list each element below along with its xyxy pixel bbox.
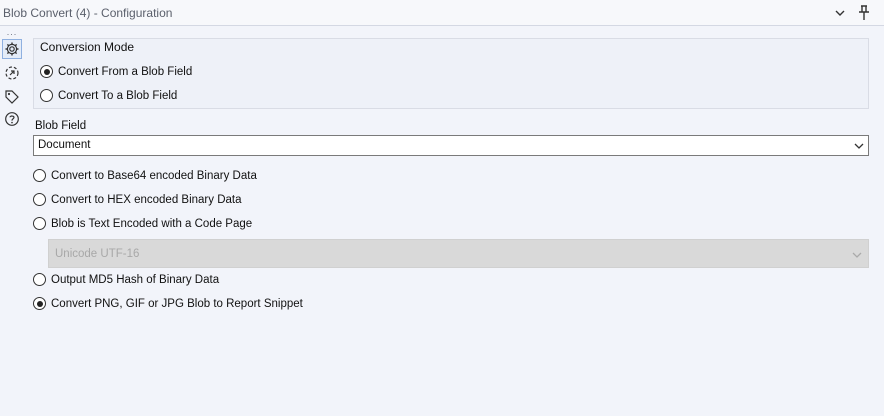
radio-button[interactable] — [33, 217, 46, 230]
radio-base64[interactable]: Convert to Base64 encoded Binary Data — [33, 169, 257, 182]
radio-button[interactable] — [33, 193, 46, 206]
radio-convert-from-blob[interactable]: Convert From a Blob Field — [40, 65, 192, 78]
radio-label: Convert PNG, GIF or JPG Blob to Report S… — [51, 297, 303, 310]
radio-label: Convert to HEX encoded Binary Data — [51, 193, 242, 206]
radio-md5[interactable]: Output MD5 Hash of Binary Data — [33, 273, 219, 286]
radio-label: Convert To a Blob Field — [58, 89, 178, 102]
radio-button[interactable] — [33, 297, 46, 310]
configuration-window: Blob Convert (4) - Configuration ... Con… — [0, 0, 884, 416]
radio-button[interactable] — [40, 65, 53, 78]
connection-icon[interactable] — [2, 63, 22, 83]
radio-code-page[interactable]: Blob is Text Encoded with a Code Page — [33, 217, 252, 230]
code-page-select: Unicode UTF-16 — [48, 239, 869, 268]
radio-button[interactable] — [33, 169, 46, 182]
radio-label: Output MD5 Hash of Binary Data — [51, 273, 220, 286]
pin-icon[interactable] — [854, 3, 874, 23]
conversion-mode-title: Conversion Mode — [40, 40, 135, 54]
blob-field-select[interactable]: Document — [33, 135, 869, 156]
radio-button[interactable] — [33, 273, 46, 286]
more-dots[interactable]: ... — [4, 28, 20, 37]
blob-field-label: Blob Field — [35, 120, 87, 132]
help-icon[interactable] — [2, 109, 22, 129]
blob-field-value: Document — [38, 139, 91, 151]
configuration-panel: Conversion Mode Convert From a Blob Fiel… — [24, 27, 884, 416]
radio-label: Blob is Text Encoded with a Code Page — [51, 217, 253, 230]
chevron-down-icon[interactable] — [830, 3, 850, 23]
window-title: Blob Convert (4) - Configuration — [3, 6, 173, 20]
tag-icon[interactable] — [2, 87, 22, 107]
gear-icon[interactable] — [2, 39, 22, 59]
chevron-down-icon[interactable] — [854, 141, 864, 153]
title-bar: Blob Convert (4) - Configuration — [0, 0, 884, 26]
radio-convert-to-blob[interactable]: Convert To a Blob Field — [40, 89, 177, 102]
radio-label: Convert to Base64 encoded Binary Data — [51, 169, 257, 182]
radio-hex[interactable]: Convert to HEX encoded Binary Data — [33, 193, 242, 206]
chevron-down-icon — [852, 250, 862, 262]
code-page-value: Unicode UTF-16 — [55, 248, 140, 260]
radio-button[interactable] — [40, 89, 53, 102]
radio-label: Convert From a Blob Field — [58, 65, 193, 78]
radio-report-snippet[interactable]: Convert PNG, GIF or JPG Blob to Report S… — [33, 297, 303, 310]
side-icon-strip: ... — [0, 27, 24, 416]
